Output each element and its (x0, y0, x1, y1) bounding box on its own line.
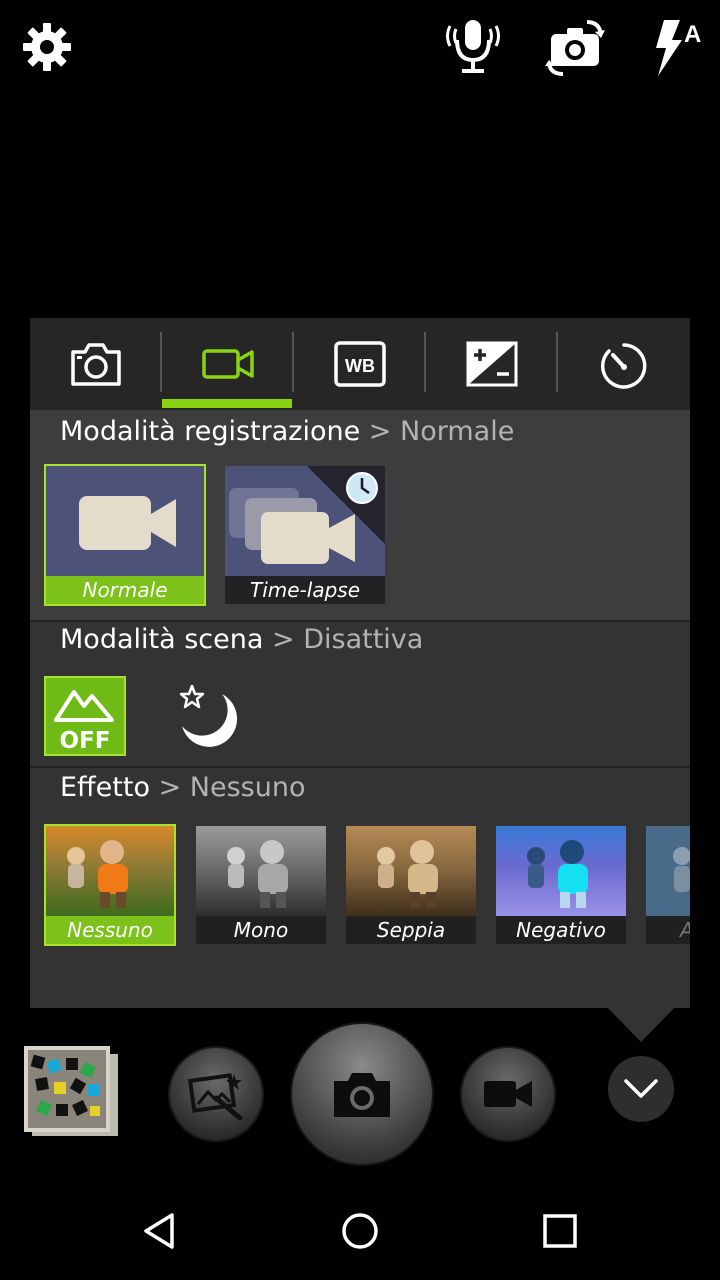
shutter-button[interactable] (290, 1022, 434, 1166)
effect-option-none[interactable]: Nessuno (44, 824, 176, 946)
effect-preview-none (46, 826, 174, 916)
effect-option-label: A (646, 916, 690, 944)
flash-auto-icon: A (656, 20, 701, 76)
effect-option-mono[interactable]: Mono (196, 826, 326, 944)
magic-picture-icon (187, 1073, 243, 1120)
tab-white-balance[interactable]: WB (294, 318, 426, 410)
effect-title: Effetto > Nessuno (60, 772, 306, 803)
camera-icon (334, 1073, 390, 1117)
chevron-down-icon (624, 1079, 658, 1098)
scene-mode-title: Modalità scena > Disattiva (60, 624, 424, 655)
recording-option-normal[interactable]: Normale (44, 464, 206, 606)
svg-text:A: A (684, 21, 701, 48)
panel-pointer (606, 1006, 676, 1042)
home-icon (342, 1213, 378, 1249)
effect-option-label: Nessuno (46, 916, 174, 944)
recording-mode-value: Normale (400, 416, 515, 447)
back-icon (144, 1213, 174, 1249)
timelapse-icon (225, 466, 385, 576)
recording-option-timelapse[interactable]: Time-lapse (225, 466, 385, 604)
video-camera-icon (202, 349, 254, 379)
effect-section: Effetto > Nessuno Nessuno Mono Seppia Ne… (30, 768, 690, 1008)
scene-option-night[interactable] (170, 682, 250, 758)
effect-option-sepia[interactable]: Seppia (346, 826, 476, 944)
tab-timer[interactable] (558, 318, 690, 410)
video-camera-icon (484, 1081, 532, 1107)
nav-back-button[interactable] (125, 1196, 195, 1266)
active-tab-indicator (162, 399, 292, 408)
gallery-icon (24, 1046, 118, 1136)
microphone-icon (446, 20, 500, 73)
night-mode-icon (179, 684, 238, 747)
svg-text:WB: WB (345, 356, 375, 376)
effect-option-more[interactable]: A (646, 826, 690, 944)
voice-control-button[interactable] (440, 14, 506, 80)
scene-off-icon: OFF (54, 690, 114, 754)
gallery-thumbnail[interactable] (24, 1046, 120, 1138)
recording-mode-title: Modalità registrazione > Normale (60, 416, 515, 447)
effect-option-label: Negativo (496, 916, 626, 944)
settings-button[interactable] (14, 14, 80, 80)
flash-button[interactable]: A (642, 14, 708, 80)
effect-preview-negative (496, 826, 626, 916)
scene-mode-section: Modalità scena > Disattiva OFF (30, 622, 690, 766)
camera-icon (71, 343, 121, 386)
effect-option-label: Seppia (346, 916, 476, 944)
tab-photo[interactable] (30, 318, 162, 410)
camera-settings-panel: WB Modalità registrazione > Normale Norm… (30, 318, 690, 1008)
scene-mode-value: Disattiva (303, 624, 424, 655)
recording-option-label: Time-lapse (225, 576, 385, 604)
record-video-button[interactable] (460, 1046, 556, 1142)
switch-camera-button[interactable] (543, 14, 609, 80)
effect-preview-mono (196, 826, 326, 916)
scene-option-off[interactable]: OFF (44, 676, 126, 756)
exposure-icon (466, 341, 518, 387)
tab-exposure[interactable] (426, 318, 558, 410)
effect-value: Nessuno (189, 772, 306, 803)
video-camera-icon (46, 466, 204, 576)
recording-mode-section: Modalità registrazione > Normale Normale (30, 410, 690, 620)
effect-option-label: Mono (196, 916, 326, 944)
switch-camera-icon (545, 20, 605, 76)
svg-text:OFF: OFF (60, 728, 111, 754)
effect-preview-sepia (346, 826, 476, 916)
wb-icon: WB (334, 341, 386, 387)
settings-tab-bar: WB (30, 318, 690, 410)
tab-video[interactable] (162, 318, 294, 410)
nav-home-button[interactable] (325, 1196, 395, 1266)
recents-icon (543, 1214, 577, 1248)
effect-option-negative[interactable]: Negativo (496, 826, 626, 944)
nav-recents-button[interactable] (525, 1196, 595, 1266)
effects-editor-button[interactable] (168, 1046, 264, 1142)
collapse-panel-button[interactable] (608, 1056, 674, 1122)
gear-icon (23, 23, 71, 71)
timer-icon (601, 343, 647, 389)
effect-preview-more (646, 826, 690, 916)
recording-option-label: Normale (46, 576, 204, 604)
